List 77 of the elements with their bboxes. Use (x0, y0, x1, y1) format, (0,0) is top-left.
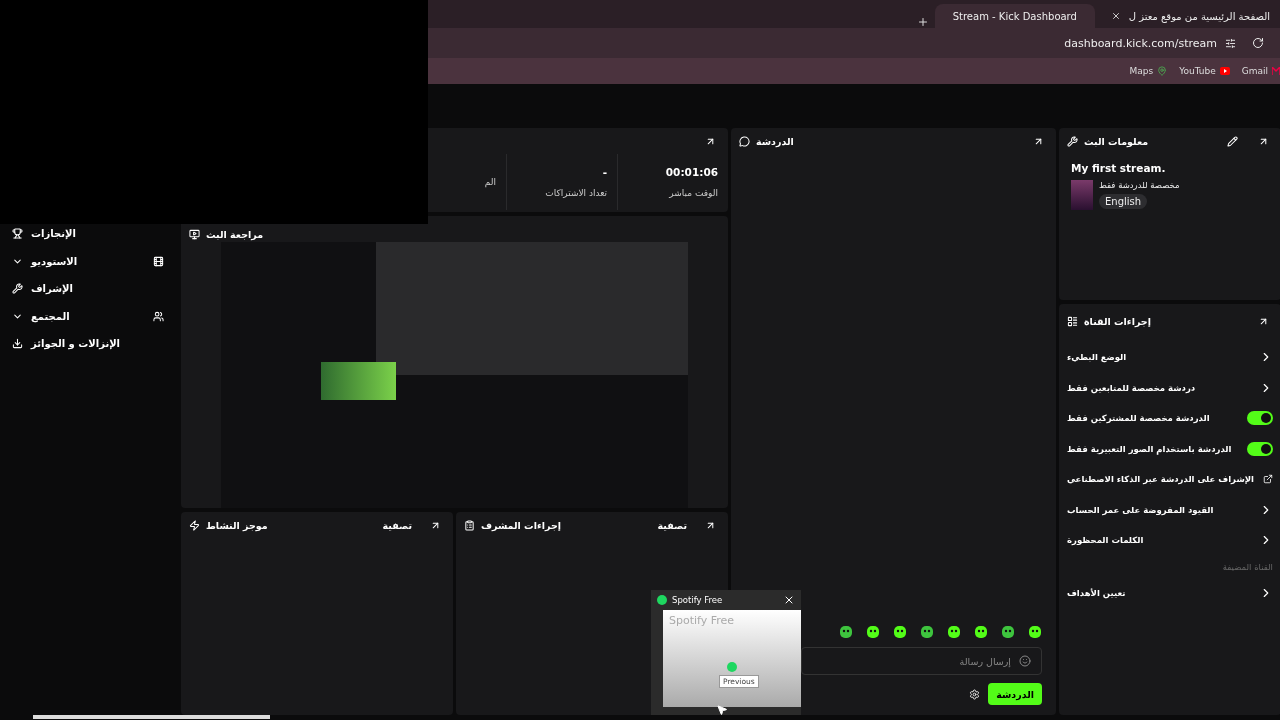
external-link-icon[interactable] (1263, 474, 1273, 485)
emote-icon[interactable] (866, 625, 880, 639)
reload-icon[interactable] (1252, 37, 1264, 49)
nav-icon (12, 228, 23, 240)
settings-icon[interactable] (969, 688, 981, 700)
new-tab-icon[interactable] (916, 16, 929, 28)
action-label[interactable]: الدردشة باستخدام الصور التعبيرية فقط (1067, 443, 1232, 454)
sidebar-item[interactable]: الاستوديو (0, 247, 178, 275)
filter-link[interactable]: تصفية (382, 519, 412, 531)
emote-icon[interactable] (893, 625, 907, 639)
category-name[interactable]: مخصصة للدردشة فقط (1099, 180, 1180, 190)
close-icon[interactable] (783, 594, 795, 606)
browser-tab[interactable]: الصفحة الرئيسية من موقع معتز ل (1100, 4, 1280, 28)
play-icon (1219, 67, 1230, 75)
pin-icon (1157, 66, 1168, 76)
bookmark-link[interactable]: Gmail (1241, 66, 1280, 76)
nav-icon (12, 338, 23, 350)
sidebar-item[interactable]: الإشراف (0, 275, 178, 303)
action-label[interactable]: الكلمات المحظورة (1067, 535, 1144, 546)
mail-icon (1272, 67, 1280, 75)
message-field[interactable]: إرسال رسالة (801, 647, 1042, 675)
close-icon[interactable] (1110, 11, 1121, 21)
action-label[interactable]: الإشراف على الدردشة عبر الذكاء الاصطناعي (1067, 474, 1254, 485)
section-label: القناة المضيفة (1222, 561, 1273, 572)
action-label[interactable]: تعيين الأهداف (1067, 587, 1126, 598)
emote-icon[interactable] (947, 625, 961, 639)
emoji-icon[interactable] (1019, 655, 1031, 667)
chat-icon (739, 135, 750, 147)
category-cover-placeholder (1071, 180, 1093, 210)
popup-title: Spotify Free (672, 595, 723, 605)
nav-icon (153, 255, 164, 267)
panel-title: موجز النشاط (206, 519, 268, 531)
edit-icon[interactable] (1227, 135, 1238, 147)
scrollbar-thumb[interactable] (33, 715, 270, 719)
site-settings-icon[interactable] (1225, 37, 1236, 49)
chat-button[interactable]: الدردشة (988, 683, 1042, 705)
nav-icon (153, 310, 164, 322)
action-label[interactable]: الوضع البطيء (1067, 352, 1127, 363)
emote-icon[interactable] (920, 625, 934, 639)
cursor-icon (716, 704, 728, 716)
emote-icon[interactable] (974, 625, 988, 639)
clipboard-icon (464, 519, 475, 531)
bookmark-link[interactable]: YouTube (1179, 66, 1230, 76)
stream-title: My first stream. (1071, 162, 1167, 174)
sidebar-item[interactable]: المجتمع (0, 302, 178, 330)
wrench-icon (1067, 135, 1078, 147)
emote-icon[interactable] (1028, 625, 1042, 639)
nav-icon (12, 283, 23, 295)
language-tag: English (1099, 194, 1148, 209)
action-label[interactable]: دردشة مخصصة للمتابعين فقط (1067, 382, 1196, 393)
stat-value: - (601, 166, 607, 178)
panel-title: معلومات البث (1084, 135, 1149, 147)
stat-value: 00:01:06 (664, 166, 718, 178)
browser-tab[interactable]: Stream - Kick Dashboard (934, 4, 1095, 28)
toggle-switch[interactable] (1247, 411, 1273, 426)
preview-text: Spotify Free (669, 614, 735, 627)
emote-icon[interactable] (839, 625, 853, 639)
lightning-icon (189, 519, 200, 531)
stat-label: الم (483, 177, 496, 187)
music-logo-icon (727, 662, 737, 672)
panel-title: الدردشة (756, 135, 794, 147)
stat-label: تعداد الاشتراكات (544, 188, 607, 198)
toggle-switch[interactable] (1247, 441, 1273, 456)
bookmark-link[interactable]: Maps (1129, 66, 1168, 76)
list-icon (1067, 315, 1078, 327)
action-label[interactable]: الدردشة مخصصة للمشتركين فقط (1067, 413, 1210, 424)
action-label[interactable]: القيود المفروضة على عمر الحساب (1067, 504, 1214, 515)
emote-icon[interactable] (1001, 625, 1015, 639)
sidebar-item[interactable]: الإنجازات (0, 220, 178, 248)
monitor-icon (189, 228, 200, 240)
panel-title: إجراءات القناة (1084, 315, 1151, 327)
panel-title: مراجعة البث (206, 228, 264, 240)
stat-label: الوقت مباشر (668, 188, 718, 198)
panel-title: إجراءات المشرف (481, 519, 562, 531)
sidebar-item[interactable]: الإنزالات و الجوائز (0, 330, 178, 358)
filter-link[interactable]: تصفية (657, 519, 687, 531)
music-logo-icon (657, 595, 667, 605)
